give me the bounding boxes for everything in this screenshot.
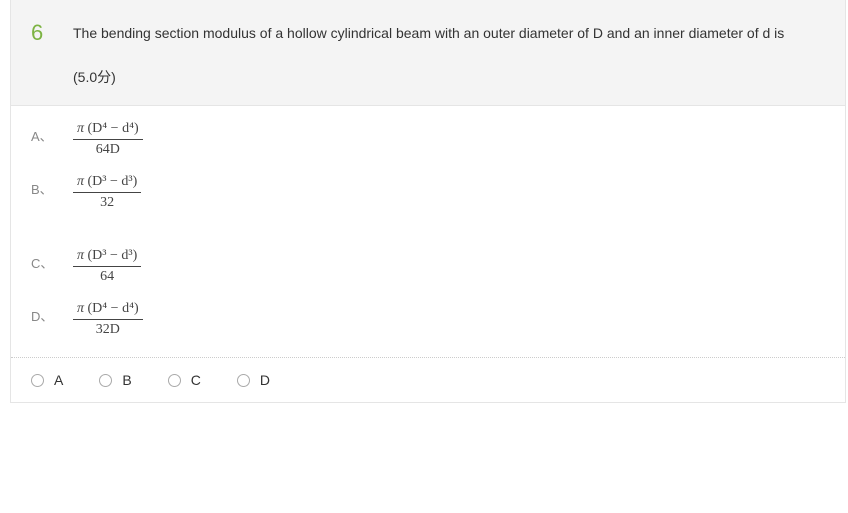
radio-icon[interactable] [168,374,181,387]
answer-option-d[interactable]: D [237,372,270,388]
radio-icon[interactable] [99,374,112,387]
choice-label: A、 [31,120,73,145]
answer-label: D [260,372,270,388]
pi-symbol: π [77,248,84,263]
choice-a: A、 π (D⁴ − d⁴) 64D [31,120,825,159]
numerator-expr: (D³ − d³) [88,174,138,189]
choice-formula: π (D³ − d³) 64 [73,247,141,286]
denominator: 64D [73,140,143,159]
numerator-expr: (D⁴ − d⁴) [88,301,139,316]
question-points: (5.0分) [73,67,825,87]
answer-option-a[interactable]: A [31,372,63,388]
pi-symbol: π [77,174,84,189]
question-text: The bending section modulus of a hollow … [73,18,825,49]
numerator-expr: (D⁴ − d⁴) [88,121,139,136]
radio-icon[interactable] [31,374,44,387]
question-card: 6 The bending section modulus of a hollo… [10,0,846,403]
radio-icon[interactable] [237,374,250,387]
choice-d: D、 π (D⁴ − d⁴) 32D [31,300,825,339]
choice-label: B、 [31,173,73,198]
question-number: 6 [31,18,73,49]
pi-symbol: π [77,301,84,316]
pi-symbol: π [77,121,84,136]
answer-option-b[interactable]: B [99,372,131,388]
choice-formula: π (D³ − d³) 32 [73,173,141,212]
numerator-expr: (D³ − d³) [88,248,138,263]
answer-row: A B C D [11,357,845,402]
answer-label: C [191,372,201,388]
choice-c: C、 π (D³ − d³) 64 [31,247,825,286]
choice-label: C、 [31,247,73,272]
choice-label: D、 [31,300,73,325]
denominator: 64 [73,267,141,286]
answer-option-c[interactable]: C [168,372,201,388]
answer-label: B [122,372,131,388]
choices-area: A、 π (D⁴ − d⁴) 64D B、 π (D³ − d³) 32 C、 … [11,106,845,358]
denominator: 32 [73,193,141,212]
answer-label: A [54,372,63,388]
choice-formula: π (D⁴ − d⁴) 64D [73,120,143,159]
choice-formula: π (D⁴ − d⁴) 32D [73,300,143,339]
denominator: 32D [73,320,143,339]
question-header: 6 The bending section modulus of a hollo… [11,0,845,106]
question-row: 6 The bending section modulus of a hollo… [31,18,825,49]
choice-b: B、 π (D³ − d³) 32 [31,173,825,212]
